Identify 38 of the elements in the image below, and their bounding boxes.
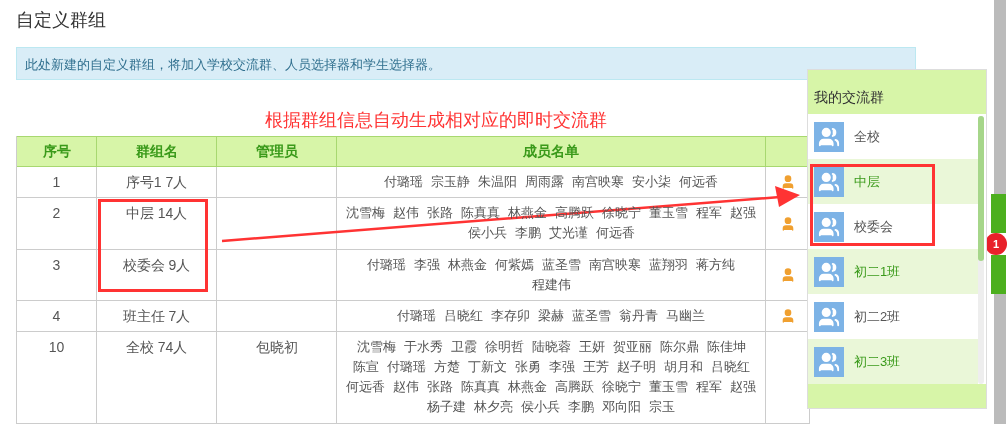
annotation-text: 根据群组信息自动生成相对应的即时交流群 [265,109,607,132]
column-header: 管理员 [255,142,298,161]
table-cell-text: 中层 14人 [125,204,188,223]
member-list: 付璐瑶 李强 林燕金 何紫嫣 蓝圣雪 南宫映寒 蓝翔羽 蒋方纯 程建伟 [341,255,761,295]
table-cell-text: 3 [52,256,61,275]
member-list: 付璐瑶 宗玉静 朱温阳 周雨露 南宫映寒 安小柒 何远香 [341,172,761,192]
table-cell-text: 4 [52,307,61,326]
group-avatar-icon [814,121,844,152]
column-header: 成员名单 [523,142,579,161]
notice-banner: 此处新建的自定义群组，将加入学校交流群、人员选择器和学生选择器。 [16,47,916,80]
table-cell-text: 1 [52,173,61,192]
side-tab-handle[interactable] [991,194,1006,233]
chat-group-item[interactable]: 校委会 [808,204,978,249]
table-cell-text: 校委会 9人 [122,256,191,275]
table-cell-text: 全校 74人 [125,338,188,357]
group-avatar-icon [814,211,844,242]
group-avatar-icon [814,166,844,197]
table-cell-text: 10 [48,338,65,357]
panel-scrollbar[interactable] [978,116,984,384]
chat-group-item[interactable]: 初二2班 [808,294,978,339]
column-header: 序号 [42,142,71,161]
table-cell-text: 2 [52,204,61,223]
table-cell-text: 班主任 7人 [122,307,191,326]
member-list: 付璐瑶 吕晓红 李存卯 梁赫 蓝圣雪 翁丹青 马幽兰 [341,306,761,326]
table-cell-text: 序号1 7人 [125,173,188,192]
column-header: 群组名 [135,142,178,161]
notification-badge: 1 [985,233,1007,255]
group-avatar-icon [814,301,844,332]
group-avatar-icon [814,346,844,377]
page-scrollbar[interactable] [994,294,1006,424]
group-avatar-icon [814,256,844,287]
page-title: 自定义群组 [16,9,107,32]
page-scrollbar[interactable] [994,0,1006,194]
member-list: 沈雪梅 于水秀 卫霞 徐明哲 陆晓蓉 王妍 贺亚丽 陈尔鼎 陈佳坤 陈宣 付璐瑶 方楚 丁新文 张勇 李强 王芳 赵子明 胡月和 吕晓红 何远香 赵伟 张路 陈真真 林燕金 高腾跃 徐晓宁 董玉雪 程军 赵强 杨子建 林夕亮 侯小兵 李鹏 邓向阳 宗玉 [341,337,761,417]
table-cell-text: 包晓初 [255,338,298,357]
side-tab-handle[interactable] [991,255,1006,294]
panel-title: 我的交流群 [814,88,884,107]
chat-group-item[interactable]: 全校 [808,114,978,159]
